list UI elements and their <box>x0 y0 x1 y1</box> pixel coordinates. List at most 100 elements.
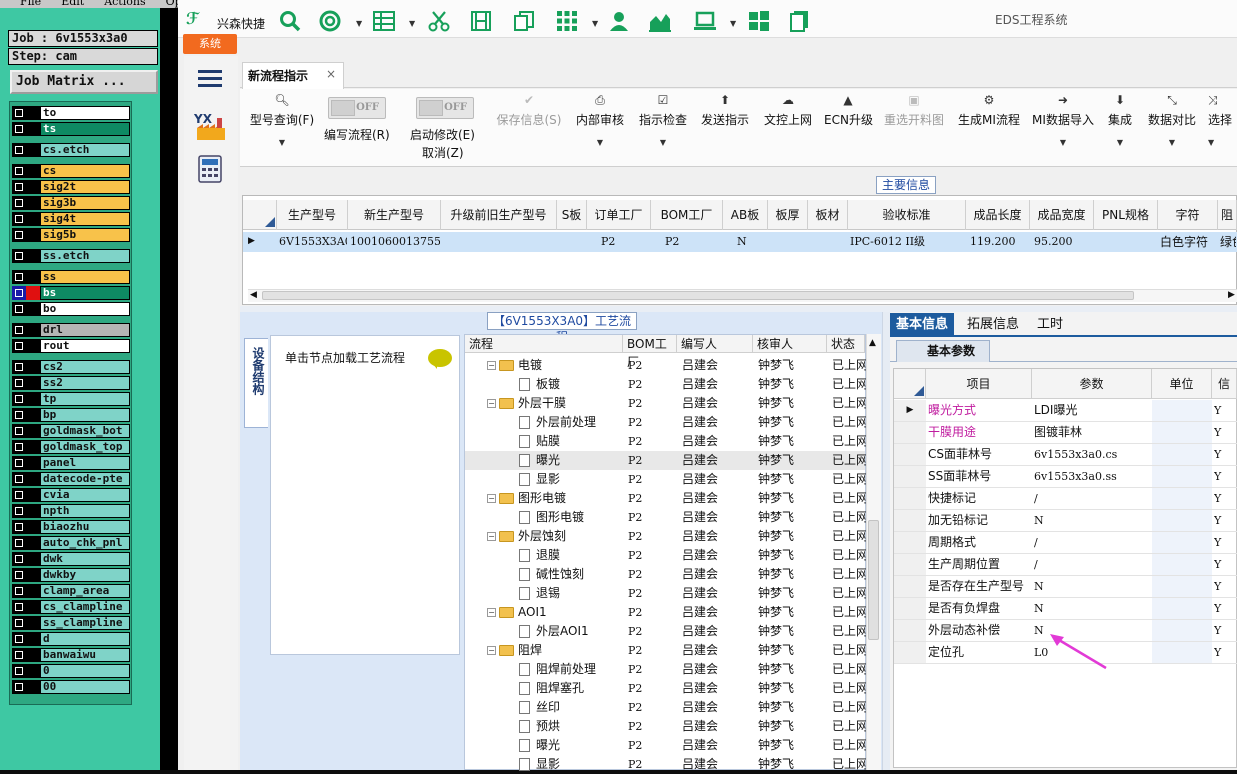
layer-checkbox[interactable] <box>12 228 26 242</box>
scroll-thumb[interactable] <box>868 520 879 640</box>
layer-checkbox[interactable] <box>12 632 26 646</box>
layer-row[interactable]: 00 <box>12 680 130 694</box>
tree-node[interactable]: − AOI1 <box>487 603 547 622</box>
row-selector[interactable] <box>894 554 926 575</box>
layer-row[interactable]: banwaiwu <box>12 648 130 662</box>
tab-work-hours[interactable]: 工时 <box>1031 313 1069 337</box>
table-row[interactable]: SS面菲林号 6v1553x3a0.ss Y <box>894 466 1237 488</box>
mi-import-button[interactable]: ➜ MI数据导入 ▼ <box>1031 92 1095 162</box>
column-header[interactable]: 新生产型号 <box>348 200 441 230</box>
scroll-thumb[interactable] <box>262 291 1134 300</box>
save-info-button[interactable]: ✔ 保存信息(S) <box>493 92 565 162</box>
tree-node[interactable]: 退膜 <box>519 546 560 565</box>
tree-node[interactable]: − 图形电镀 <box>487 489 566 508</box>
upload-docs-button[interactable]: ☁ 文控上网 <box>762 92 814 162</box>
chevron-down-icon[interactable]: ▼ <box>247 138 317 147</box>
ecn-upgrade-button[interactable]: ▲ ECN升级 <box>824 92 873 162</box>
scroll-right-icon[interactable]: ▶ <box>1228 290 1235 300</box>
chevron-down-icon[interactable]: ▼ <box>1031 138 1095 147</box>
layer-row[interactable]: rout <box>12 339 130 353</box>
table-row[interactable]: 加无铅标记 N Y <box>894 510 1237 532</box>
layer-checkbox[interactable] <box>12 270 26 284</box>
tree-node[interactable]: 曝光 <box>519 451 560 470</box>
tree-node[interactable]: 外层AOI1 <box>519 622 589 641</box>
process-hint-box[interactable] <box>270 335 460 655</box>
column-header[interactable]: AB板 <box>723 200 768 230</box>
expand-icon[interactable]: − <box>487 361 496 370</box>
layer-row[interactable]: dwk <box>12 552 130 566</box>
column-header[interactable]: 升级前旧生产型号 <box>441 200 557 230</box>
layer-row[interactable]: sig2t <box>12 180 130 194</box>
table-row[interactable]: 是否有负焊盘 N Y <box>894 598 1237 620</box>
layer-row[interactable]: bp <box>12 408 130 422</box>
tree-node[interactable]: 显影 <box>519 755 560 774</box>
tree-row[interactable]: 外层AOI1 P2 吕建会 钟梦飞 已上网 <box>465 622 866 641</box>
column-header[interactable]: 生产型号 <box>277 200 348 230</box>
tab-extended-info[interactable]: 拓展信息 <box>961 313 1025 337</box>
chevron-down-icon[interactable]: ▼ <box>637 138 689 147</box>
table-cell[interactable]: IPC-6012 II级 <box>850 232 965 252</box>
data-compare-button[interactable]: ⤡ 数据对比 ▼ <box>1146 92 1198 162</box>
layer-checkbox[interactable] <box>12 286 26 300</box>
table-cell[interactable]: 白色字符 <box>1160 232 1217 252</box>
table-row[interactable]: 周期格式 / Y <box>894 532 1237 554</box>
vertical-splitter[interactable] <box>882 312 890 770</box>
param-unit[interactable] <box>1152 576 1212 597</box>
chevron-down-icon[interactable]: ▼ <box>1208 138 1237 147</box>
tree-row[interactable]: − 阻焊 P2 吕建会 钟梦飞 已上网 <box>465 641 866 660</box>
layer-row[interactable]: cvia <box>12 488 130 502</box>
tree-row[interactable]: 曝光 P2 吕建会 钟梦飞 已上网 <box>465 451 866 470</box>
column-header[interactable]: 板材 <box>808 200 848 230</box>
table-row[interactable]: ▶ 曝光方式 LDI曝光 Y <box>894 400 1237 422</box>
layer-row[interactable]: d <box>12 632 130 646</box>
table-row[interactable]: 是否存在生产型号 N Y <box>894 576 1237 598</box>
hamburger-menu-icon[interactable] <box>198 70 222 88</box>
tree-row[interactable]: 碱性蚀刻 P2 吕建会 钟梦飞 已上网 <box>465 565 866 584</box>
layer-checkbox[interactable] <box>12 664 26 678</box>
tree-row[interactable]: 曝光 P2 吕建会 钟梦飞 已上网 <box>465 736 866 755</box>
chevron-down-icon[interactable]: ▼ <box>730 19 736 28</box>
chevron-down-icon[interactable]: ▼ <box>1104 138 1136 147</box>
tree-row[interactable]: 图形电镀 P2 吕建会 钟梦飞 已上网 <box>465 508 866 527</box>
tree-node[interactable]: 碱性蚀刻 <box>519 565 584 584</box>
layer-checkbox[interactable] <box>12 456 26 470</box>
column-header[interactable]: 成品长度 <box>966 200 1030 230</box>
column-header[interactable]: PNL规格 <box>1094 200 1158 230</box>
layer-checkbox[interactable] <box>12 302 26 316</box>
tree-row[interactable]: 阻焊塞孔 P2 吕建会 钟梦飞 已上网 <box>465 679 866 698</box>
param-value[interactable]: N <box>1034 576 1152 597</box>
table-cell[interactable] <box>443 232 556 252</box>
row-selector[interactable] <box>894 422 926 443</box>
tree-column-header[interactable]: 编写人 <box>677 335 753 353</box>
param-value[interactable]: / <box>1034 488 1152 509</box>
tree-row[interactable]: 贴膜 P2 吕建会 钟梦飞 已上网 <box>465 432 866 451</box>
table-cell[interactable]: N <box>725 232 767 252</box>
layer-row[interactable]: sig4t <box>12 212 130 226</box>
column-header[interactable]: 参数 <box>1032 369 1152 399</box>
generate-mi-button[interactable]: ⚙ 生成MI流程 <box>957 92 1021 162</box>
tree-row[interactable]: − AOI1 P2 吕建会 钟梦飞 已上网 <box>465 603 866 622</box>
layer-row[interactable]: cs_clampline <box>12 600 130 614</box>
layer-checkbox[interactable] <box>12 488 26 502</box>
param-unit[interactable] <box>1152 400 1212 421</box>
table-cell[interactable] <box>559 232 586 252</box>
row-selector[interactable] <box>894 576 926 597</box>
chevron-down-icon[interactable]: ▼ <box>1146 138 1198 147</box>
param-value[interactable]: 图镀菲林 <box>1034 422 1152 443</box>
param-unit[interactable] <box>1152 532 1212 553</box>
laptop-icon[interactable] <box>693 9 717 33</box>
layer-row[interactable]: 0 <box>12 664 130 678</box>
layer-row[interactable]: ts <box>12 122 130 136</box>
cancel-button[interactable]: 取消(Z) <box>422 144 464 161</box>
layer-row[interactable]: drl <box>12 323 130 337</box>
table-cell[interactable]: 绿色 <box>1220 232 1236 252</box>
layer-row[interactable]: biaozhu <box>12 520 130 534</box>
table-icon[interactable] <box>372 9 396 33</box>
table-cell[interactable] <box>1096 232 1157 252</box>
row-selector[interactable] <box>894 642 926 663</box>
film-icon[interactable] <box>469 9 493 33</box>
tree-node[interactable]: − 外层蚀刻 <box>487 527 566 546</box>
tree-node[interactable]: − 外层干膜 <box>487 394 566 413</box>
expand-icon[interactable]: − <box>487 399 496 408</box>
table-cell[interactable]: 10010600137559 <box>350 232 440 252</box>
